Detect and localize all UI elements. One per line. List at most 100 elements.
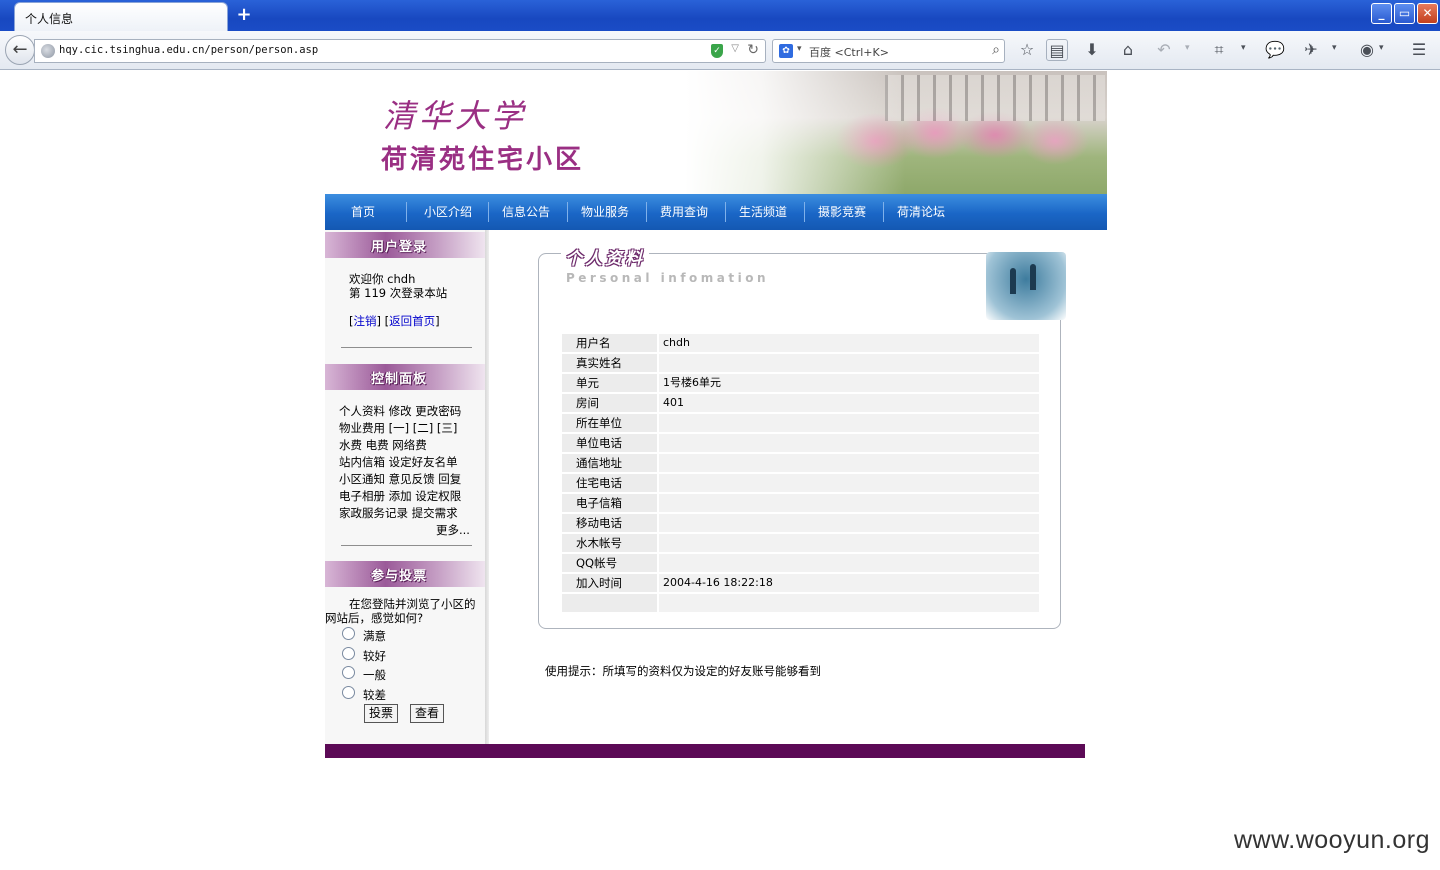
business-people-image xyxy=(986,252,1066,320)
field-value xyxy=(659,554,1039,572)
avatar-dropdown-icon[interactable]: ▾ xyxy=(1379,43,1384,53)
engine-dropdown-icon[interactable]: ▾ xyxy=(797,44,802,54)
field-value xyxy=(659,414,1039,432)
section-header-vote: 参与投票 xyxy=(325,561,485,587)
table-row: 住宅电话 xyxy=(562,474,1039,494)
logo-community: 荷清苑住宅小区 xyxy=(381,145,585,175)
home-link[interactable]: 返回首页 xyxy=(389,314,435,328)
menu-item-home[interactable]: 首页 xyxy=(335,194,391,230)
table-row: 用户名 chdh xyxy=(562,334,1039,354)
menu-separator xyxy=(646,202,647,222)
login-title: 用户登录 xyxy=(371,240,428,255)
field-label: 房间 xyxy=(562,394,657,412)
reading-list-icon[interactable]: ▤ xyxy=(1046,39,1068,61)
logout-link[interactable]: 注销 xyxy=(354,314,377,328)
avatar-icon[interactable]: ◉ xyxy=(1356,39,1378,61)
menu-item-property[interactable]: 物业服务 xyxy=(572,194,638,230)
person-figure xyxy=(1030,264,1036,290)
panel-line-6[interactable]: 电子相册 添加 设定权限 xyxy=(339,488,461,504)
menu-separator xyxy=(488,202,489,222)
more-link[interactable]: 更多... xyxy=(436,522,470,538)
search-input[interactable]: 百度 <Ctrl+K> xyxy=(809,44,889,60)
field-value: 401 xyxy=(659,394,1039,412)
minimize-button[interactable]: _ xyxy=(1371,3,1392,24)
sidebar: 用户登录 欢迎你 chdh 第 119 次登录本站 [注销] [返回首页] 控制… xyxy=(325,230,489,744)
vote-button[interactable]: 投票 xyxy=(364,704,399,723)
menu-item-intro[interactable]: 小区介绍 xyxy=(415,194,481,230)
browser-tab[interactable]: 个人信息 xyxy=(14,2,228,31)
close-button[interactable]: ✕ xyxy=(1417,3,1438,24)
field-label: 电子信箱 xyxy=(562,494,657,512)
search-icon[interactable]: ⌕ xyxy=(992,42,1000,58)
vote-radio-4[interactable] xyxy=(342,686,355,699)
field-label: 移动电话 xyxy=(562,514,657,532)
vote-radio-3[interactable] xyxy=(342,666,355,679)
reload-icon[interactable]: ↻ xyxy=(747,42,759,58)
panel-line-2[interactable]: 物业费用 [一] [二] [三] xyxy=(339,420,457,436)
menu-item-fees[interactable]: 费用查询 xyxy=(651,194,717,230)
field-label: 单位电话 xyxy=(562,434,657,452)
panel-line-5[interactable]: 小区通知 意见反馈 回复 xyxy=(339,471,461,487)
panel-line-7[interactable]: 家政服务记录 提交需求 xyxy=(339,505,458,521)
new-tab-button[interactable]: + xyxy=(234,4,254,26)
table-row: 所在单位 xyxy=(562,414,1039,434)
crop-dropdown-icon[interactable]: ▾ xyxy=(1241,43,1246,53)
field-label: 加入时间 xyxy=(562,574,657,592)
undo-dropdown-icon[interactable]: ▾ xyxy=(1185,43,1190,53)
menu-item-notices[interactable]: 信息公告 xyxy=(493,194,559,230)
field-value: chdh xyxy=(659,334,1039,352)
field-label: 水木帐号 xyxy=(562,534,657,552)
chevron-down-icon[interactable]: ▽ xyxy=(731,43,739,54)
globe-icon xyxy=(41,44,55,58)
vote-question-cont: 网站后，感觉如何? xyxy=(325,611,424,625)
field-label: QQ帐号 xyxy=(562,554,657,572)
footer-bar xyxy=(325,744,1085,758)
shield-icon[interactable]: ✓ xyxy=(711,44,723,58)
chat-icon[interactable]: 💬 xyxy=(1264,39,1286,61)
panel-line-1[interactable]: 个人资料 修改 更改密码 xyxy=(339,403,461,419)
vote-radio-1[interactable] xyxy=(342,627,355,640)
panel-line-3[interactable]: 水费 电费 网络费 xyxy=(339,437,427,453)
field-label: 住宅电话 xyxy=(562,474,657,492)
crop-icon[interactable]: ⌗ xyxy=(1208,39,1230,61)
restore-button[interactable]: ▭ xyxy=(1394,3,1415,24)
view-results-button[interactable]: 查看 xyxy=(410,704,445,723)
undo-icon[interactable]: ↶ xyxy=(1153,39,1175,61)
field-label: 单元 xyxy=(562,374,657,392)
field-value xyxy=(659,454,1039,472)
address-bar[interactable]: hqy.cic.tsinghua.edu.cn/person/person.as… xyxy=(34,39,766,63)
extension-dropdown-icon[interactable]: ▾ xyxy=(1332,43,1337,53)
back-arrow-icon[interactable]: ← xyxy=(5,35,35,65)
field-label: 真实姓名 xyxy=(562,354,657,372)
field-value xyxy=(659,474,1039,492)
url-text[interactable]: hqy.cic.tsinghua.edu.cn/person/person.as… xyxy=(59,44,318,56)
hamburger-menu-icon[interactable]: ☰ xyxy=(1408,39,1430,61)
watermark: www.wooyun.org xyxy=(1234,826,1430,854)
download-icon[interactable]: ⬇ xyxy=(1081,39,1103,61)
field-label: 所在单位 xyxy=(562,414,657,432)
panel-title: 控制面板 xyxy=(371,372,428,387)
field-value: 1号楼6单元 xyxy=(659,374,1039,392)
bookmark-star-icon[interactable]: ☆ xyxy=(1016,39,1038,61)
browser-navbar: ← hqy.cic.tsinghua.edu.cn/person/person.… xyxy=(0,31,1440,70)
divider xyxy=(341,545,472,546)
profile-panel: 个人资料 Personal infomation 用户名 chdh 真实姓名 单元… xyxy=(538,244,1066,629)
menu-item-life[interactable]: 生活频道 xyxy=(730,194,796,230)
search-box[interactable]: ✿ ▾ 百度 <Ctrl+K> ⌕ xyxy=(772,39,1005,63)
menu-item-forum[interactable]: 荷清论坛 xyxy=(888,194,954,230)
field-label: 用户名 xyxy=(562,334,657,352)
home-icon[interactable]: ⌂ xyxy=(1117,39,1139,61)
menu-separator xyxy=(804,202,805,222)
extension-icon[interactable]: ✈ xyxy=(1300,39,1322,61)
vote-radio-2[interactable] xyxy=(342,647,355,660)
baidu-paw-icon[interactable]: ✿ xyxy=(779,44,793,58)
panel-line-4[interactable]: 站内信箱 设定好友名单 xyxy=(339,454,458,470)
sidebar-border xyxy=(485,230,489,744)
field-value xyxy=(659,514,1039,532)
table-row: QQ帐号 xyxy=(562,554,1039,574)
profile-table: 用户名 chdh 真实姓名 单元 1号楼6单元 房间 401 所在单位 单位电话 通信… xyxy=(562,334,1039,614)
field-value xyxy=(659,534,1039,552)
menu-item-photo[interactable]: 摄影竞赛 xyxy=(809,194,875,230)
table-row: 加入时间 2004-4-16 18:22:18 xyxy=(562,574,1039,594)
site-banner: 清华大学 荷清苑住宅小区 xyxy=(325,71,1107,194)
